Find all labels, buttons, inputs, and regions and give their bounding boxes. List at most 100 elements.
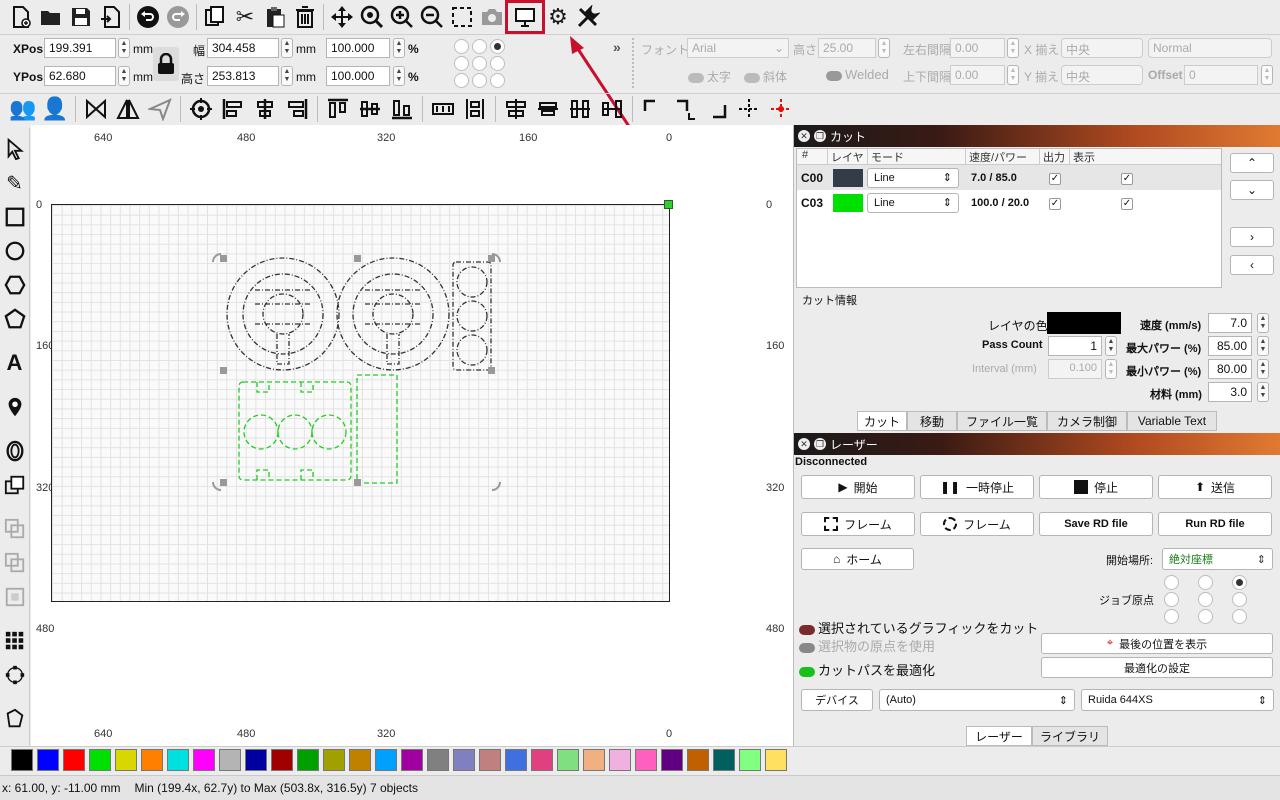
zoom-in-icon[interactable] [387, 2, 417, 32]
device-button[interactable]: デバイス [801, 689, 873, 711]
move-to-laser-icon[interactable] [766, 94, 796, 124]
flip-horizontal-icon[interactable] [81, 94, 111, 124]
mode-select[interactable]: Line ⇕ [867, 167, 959, 188]
ellipse-icon[interactable] [2, 238, 28, 264]
text-height-input[interactable]: 25.00 [818, 38, 876, 58]
save-icon[interactable] [66, 2, 96, 32]
selection-frame-icon[interactable] [447, 2, 477, 32]
palette-swatch[interactable] [63, 749, 85, 771]
font-select[interactable]: Arial ⌄ [687, 38, 789, 58]
text-height-stepper[interactable]: ▲ ▼ [878, 38, 890, 58]
palette-swatch[interactable] [427, 749, 449, 771]
palette-swatch[interactable] [739, 749, 761, 771]
tab-move[interactable]: 移動 [907, 411, 957, 431]
use-selection-origin-toggle[interactable]: 選択物の原点を使用 [799, 636, 935, 655]
align-center-icon[interactable] [186, 94, 216, 124]
close-icon[interactable]: ✕ [798, 438, 810, 450]
undo-icon[interactable] [133, 2, 163, 32]
max-power-stepper[interactable]: ▲ ▼ [1257, 336, 1269, 356]
pencil-icon[interactable]: ✎ [2, 170, 28, 196]
origin-radio[interactable] [1164, 592, 1179, 607]
cut-icon[interactable]: ✂ [230, 2, 260, 32]
anchor-radio[interactable] [472, 39, 487, 54]
speed-input[interactable]: 7.0 [1208, 313, 1252, 333]
align-hcenter-icon[interactable] [250, 94, 280, 124]
xpos-stepper[interactable]: ▲ ▼ [118, 38, 130, 58]
move-icon[interactable] [327, 2, 357, 32]
camera-icon[interactable] [477, 2, 507, 32]
width-stepper[interactable]: ▲ ▼ [281, 38, 293, 58]
align-vcenter-icon[interactable] [355, 94, 385, 124]
width-input[interactable]: 304.458 [207, 38, 279, 58]
float-panel-icon[interactable]: ❐ [814, 130, 826, 142]
layer-color-swatch[interactable] [833, 193, 863, 212]
table-row[interactable]: C03 Line ⇕ 100.0 / 20.0 ✓ ✓ [797, 190, 1221, 215]
pass-count-input[interactable]: 1 [1048, 336, 1102, 356]
move-layer-down-button[interactable]: ⌄ [1230, 180, 1274, 200]
settings-gear-icon[interactable]: ⚙ [543, 2, 573, 32]
tab-laser[interactable]: レーザー [966, 726, 1032, 746]
mode-select[interactable]: Line ⇕ [867, 192, 959, 213]
boolean-exclude-icon[interactable] [2, 584, 28, 610]
palette-swatch[interactable] [375, 749, 397, 771]
palette-swatch[interactable] [583, 749, 605, 771]
tab-camera-control[interactable]: カメラ制御 [1047, 411, 1127, 431]
height-stepper[interactable]: ▲ ▼ [281, 66, 293, 86]
open-folder-icon[interactable] [36, 2, 66, 32]
output-checkbox[interactable]: ✓ [1049, 198, 1061, 210]
speed-stepper[interactable]: ▲ ▼ [1257, 313, 1269, 333]
palette-swatch[interactable] [219, 749, 241, 771]
max-power-input[interactable]: 85.00 [1208, 336, 1252, 356]
output-checkbox[interactable]: ✓ [1049, 173, 1061, 185]
material-stepper[interactable]: ▲ ▼ [1257, 382, 1269, 402]
origin-radio[interactable] [1232, 609, 1247, 624]
italic-toggle[interactable]: 斜体 [744, 68, 787, 85]
align-left-icon[interactable] [218, 94, 248, 124]
palette-swatch[interactable] [661, 749, 683, 771]
cut-selected-toggle[interactable]: 選択されているグラフィックをカット [799, 618, 1038, 637]
send-button[interactable]: ⬆ 送信 [1158, 475, 1272, 499]
job-origin-grid[interactable] [1164, 575, 1247, 624]
palette-swatch[interactable] [479, 749, 501, 771]
run-rd-button[interactable]: Run RD file [1158, 512, 1272, 536]
flip-vertical-icon[interactable] [113, 94, 143, 124]
float-panel-icon[interactable]: ❐ [814, 438, 826, 450]
anchor-radio[interactable] [490, 56, 505, 71]
anchor-radio[interactable] [472, 56, 487, 71]
delete-icon[interactable] [290, 2, 320, 32]
distribute-horizontal-icon[interactable] [428, 94, 458, 124]
move-bottom-right-icon[interactable] [702, 94, 732, 124]
origin-radio[interactable] [1198, 592, 1213, 607]
ypos-stepper[interactable]: ▲ ▼ [118, 66, 130, 86]
space-vertical-icon[interactable] [533, 94, 563, 124]
move-center-icon[interactable] [734, 94, 764, 124]
yalign-select[interactable]: 中央 [1061, 65, 1143, 85]
start-button[interactable]: ▶ 開始 [801, 475, 915, 499]
palette-swatch[interactable] [765, 749, 787, 771]
device-model-select[interactable]: Ruida 644XS ⇕ [1081, 689, 1274, 711]
origin-radio[interactable] [1198, 575, 1213, 590]
palette-swatch[interactable] [713, 749, 735, 771]
paste-icon[interactable] [260, 2, 290, 32]
scale-y-stepper[interactable]: ▲ ▼ [393, 66, 405, 86]
height-input[interactable]: 253.813 [207, 66, 279, 86]
welded-toggle[interactable]: Welded [826, 67, 889, 82]
vspace-stepper[interactable]: ▲ ▼ [1007, 65, 1019, 85]
palette-swatch[interactable] [323, 749, 345, 771]
align-right-icon[interactable] [282, 94, 312, 124]
vspace-input[interactable]: 0.00 [950, 65, 1005, 85]
palette-swatch[interactable] [401, 749, 423, 771]
space-horizontal-icon[interactable] [501, 94, 531, 124]
copy-icon[interactable] [200, 2, 230, 32]
tab-variable-text[interactable]: Variable Text [1127, 411, 1217, 431]
palette-swatch[interactable] [37, 749, 59, 771]
anchor-radio[interactable] [454, 73, 469, 88]
hspace-input[interactable]: 0.00 [950, 38, 1005, 58]
rotate-icon[interactable] [145, 94, 175, 124]
pass-count-stepper[interactable]: ▲ ▼ [1105, 336, 1117, 356]
text-style-select[interactable]: Normal [1148, 38, 1272, 58]
table-row[interactable]: C00 Line ⇕ 7.0 / 85.0 ✓ ✓ [797, 165, 1221, 190]
anchor-radio[interactable] [490, 73, 505, 88]
zoom-fit-icon[interactable] [357, 2, 387, 32]
distribute-vertical-icon[interactable] [460, 94, 490, 124]
